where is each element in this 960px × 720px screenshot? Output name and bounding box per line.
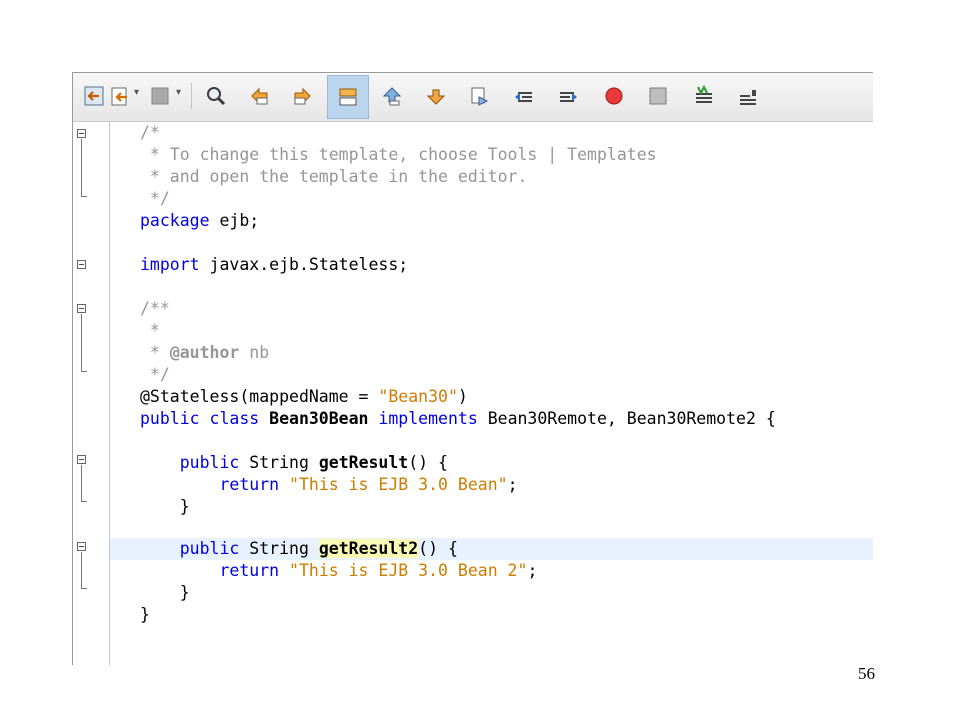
code-line: * <box>110 320 873 342</box>
find-icon[interactable] <box>203 83 229 109</box>
page-number: 56 <box>858 664 875 683</box>
fold-toggle-icon[interactable] <box>77 455 86 464</box>
code-line: @Stateless(mappedName = "Bean30") <box>110 386 873 408</box>
comment-text: */ <box>140 189 170 208</box>
method-name: getResult <box>318 453 409 472</box>
code-line: */ <box>110 364 873 386</box>
code-text: ; <box>507 475 518 494</box>
find-previous-icon[interactable] <box>247 83 273 109</box>
code-line: return "This is EJB 3.0 Bean"; <box>110 474 873 496</box>
keyword: return <box>140 561 290 580</box>
string-literal: "This is EJB 3.0 Bean" <box>289 475 508 494</box>
forward-icon[interactable] <box>147 83 173 109</box>
keyword: import <box>140 255 200 274</box>
code-text: ; <box>527 561 538 580</box>
implements-method-icon[interactable]: I <box>72 452 73 466</box>
code-text: () { <box>408 453 448 472</box>
code-line: /** <box>110 298 873 320</box>
code-text: javax.ejb.Stateless; <box>199 255 409 274</box>
uncomment-icon[interactable] <box>735 83 761 109</box>
keyword: public <box>140 539 240 558</box>
toggle-highlight-icon[interactable] <box>327 75 369 119</box>
code-line: return "This is EJB 3.0 Bean 2"; <box>110 560 873 582</box>
code-line: public class Bean30Bean implements Bean3… <box>110 408 873 430</box>
editor-gutter: I I <box>73 122 110 665</box>
keyword: return <box>140 475 290 494</box>
code-text: ejb; <box>209 211 260 230</box>
comment-text: /* <box>140 123 160 142</box>
fold-guide-end <box>81 196 87 197</box>
toggle-bookmark-icon[interactable] <box>467 83 493 109</box>
string-literal: "Bean30" <box>378 387 458 406</box>
code-line: * and open the template in the editor. <box>110 166 873 188</box>
code-text: } <box>140 583 190 602</box>
code-text: ) <box>457 387 468 406</box>
next-bookmark-icon[interactable] <box>423 83 449 109</box>
string-literal: "This is EJB 3.0 Bean 2" <box>289 561 528 580</box>
code-text-area[interactable]: /* * To change this template, choose Too… <box>110 122 873 665</box>
comment-text: /** <box>140 299 170 318</box>
code-line: /* <box>110 122 873 144</box>
fold-toggle-icon[interactable] <box>77 260 86 269</box>
find-next-icon[interactable] <box>289 83 315 109</box>
last-edit-icon[interactable] <box>107 83 133 109</box>
fold-toggle-icon[interactable] <box>77 304 86 313</box>
code-line: * @author nb <box>110 342 873 364</box>
comment-text: nb <box>239 343 270 362</box>
implements-method-icon[interactable]: I <box>72 538 73 552</box>
toolbar-separator <box>191 83 192 109</box>
previous-bookmark-icon[interactable] <box>379 83 405 109</box>
code-line: import javax.ejb.Stateless; <box>110 254 873 276</box>
code-text: String <box>239 453 319 472</box>
fold-guide-end <box>81 588 87 589</box>
code-text: Bean30Remote, Bean30Remote2 { <box>477 409 776 428</box>
keyword: package <box>140 211 210 230</box>
fold-guide <box>81 552 82 588</box>
chevron-down-icon[interactable]: ▾ <box>134 87 139 98</box>
fold-guide-end <box>81 371 87 372</box>
code-text: } <box>140 605 150 624</box>
current-code-line: public String getResult2() { <box>110 538 873 560</box>
code-line: } <box>110 604 873 626</box>
code-editor-window: ▾ ▾ /* * To change this template, choose… <box>72 72 873 665</box>
back-icon[interactable] <box>81 83 107 109</box>
code-text: String <box>239 539 319 558</box>
comment-icon[interactable] <box>691 83 717 109</box>
code-line: } <box>110 582 873 604</box>
fold-guide <box>81 139 82 196</box>
fold-toggle-icon[interactable] <box>77 542 86 551</box>
highlighted-method-name: getResult2 <box>318 539 419 558</box>
chevron-down-icon[interactable]: ▾ <box>176 87 181 98</box>
comment-text: * <box>140 321 160 340</box>
keyword: implements <box>368 409 478 428</box>
code-line: } <box>110 496 873 518</box>
shift-left-icon[interactable] <box>511 83 537 109</box>
fold-guide-end <box>81 501 87 502</box>
annotation: @Stateless(mappedName = <box>140 387 379 406</box>
code-line: */ <box>110 188 873 210</box>
comment-text: */ <box>140 365 170 384</box>
editor-toolbar: ▾ ▾ <box>73 73 873 122</box>
stop-macro-icon[interactable] <box>645 83 671 109</box>
code-line: public String getResult() { <box>110 452 873 474</box>
start-macro-icon[interactable] <box>601 83 627 109</box>
keyword: public <box>140 453 240 472</box>
keyword: public class <box>140 409 270 428</box>
code-line: * To change this template, choose Tools … <box>110 144 873 166</box>
comment-text: * <box>140 343 170 362</box>
fold-guide <box>81 465 82 501</box>
javadoc-tag: @author <box>169 343 240 362</box>
fold-guide <box>81 314 82 371</box>
code-text: () { <box>418 539 458 558</box>
comment-text: * and open the template in the editor. <box>140 167 528 186</box>
shift-right-icon[interactable] <box>555 83 581 109</box>
fold-toggle-icon[interactable] <box>77 129 86 138</box>
code-text: } <box>140 497 190 516</box>
class-name: Bean30Bean <box>269 409 369 428</box>
code-line: package ejb; <box>110 210 873 232</box>
comment-text: * To change this template, choose Tools … <box>140 145 657 164</box>
